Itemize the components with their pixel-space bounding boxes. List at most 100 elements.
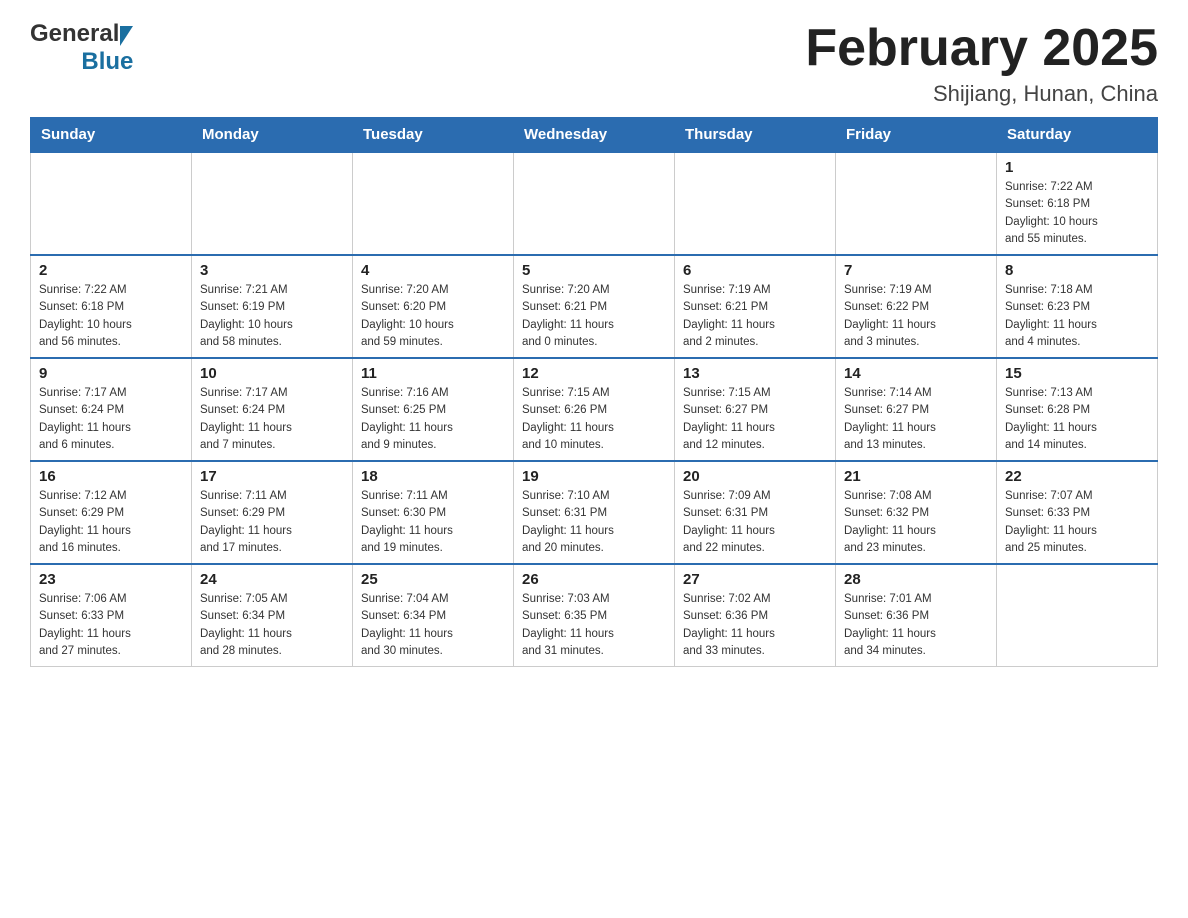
day-number: 7 xyxy=(844,262,988,279)
calendar-cell xyxy=(514,152,675,255)
day-info: Sunrise: 7:14 AMSunset: 6:27 PMDaylight:… xyxy=(844,385,988,454)
calendar-cell: 20 Sunrise: 7:09 AMSunset: 6:31 PMDayligh… xyxy=(675,461,836,564)
calendar-cell xyxy=(31,152,192,255)
calendar-cell xyxy=(997,564,1158,667)
day-info: Sunrise: 7:22 AMSunset: 6:18 PMDaylight:… xyxy=(1005,179,1149,248)
day-info: Sunrise: 7:10 AMSunset: 6:31 PMDaylight:… xyxy=(522,488,666,557)
calendar-cell: 28 Sunrise: 7:01 AMSunset: 6:36 PMDayligh… xyxy=(836,564,997,667)
day-number: 2 xyxy=(39,262,183,279)
day-number: 21 xyxy=(844,468,988,485)
calendar-cell: 13 Sunrise: 7:15 AMSunset: 6:27 PMDayligh… xyxy=(675,358,836,461)
day-info: Sunrise: 7:02 AMSunset: 6:36 PMDaylight:… xyxy=(683,591,827,660)
day-number: 11 xyxy=(361,365,505,382)
day-info: Sunrise: 7:06 AMSunset: 6:33 PMDaylight:… xyxy=(39,591,183,660)
calendar-cell: 24 Sunrise: 7:05 AMSunset: 6:34 PMDayligh… xyxy=(192,564,353,667)
day-info: Sunrise: 7:03 AMSunset: 6:35 PMDaylight:… xyxy=(522,591,666,660)
calendar-cell: 15 Sunrise: 7:13 AMSunset: 6:28 PMDayligh… xyxy=(997,358,1158,461)
calendar-header-friday: Friday xyxy=(836,118,997,153)
day-number: 17 xyxy=(200,468,344,485)
calendar-cell: 25 Sunrise: 7:04 AMSunset: 6:34 PMDayligh… xyxy=(353,564,514,667)
calendar-cell: 22 Sunrise: 7:07 AMSunset: 6:33 PMDayligh… xyxy=(997,461,1158,564)
calendar-cell: 6Sunrise: 7:19 AMSunset: 6:21 PMDaylight… xyxy=(675,255,836,358)
calendar-cell xyxy=(192,152,353,255)
calendar-header-tuesday: Tuesday xyxy=(353,118,514,153)
day-info: Sunrise: 7:04 AMSunset: 6:34 PMDaylight:… xyxy=(361,591,505,660)
day-number: 13 xyxy=(683,365,827,382)
day-number: 1 xyxy=(1005,159,1149,176)
calendar-header-row: SundayMondayTuesdayWednesdayThursdayFrid… xyxy=(31,118,1158,153)
day-number: 19 xyxy=(522,468,666,485)
calendar-cell: 9 Sunrise: 7:17 AMSunset: 6:24 PMDaylight… xyxy=(31,358,192,461)
calendar-cell: 26 Sunrise: 7:03 AMSunset: 6:35 PMDayligh… xyxy=(514,564,675,667)
day-number: 5 xyxy=(522,262,666,279)
calendar-cell: 10Sunrise: 7:17 AMSunset: 6:24 PMDayligh… xyxy=(192,358,353,461)
calendar-header-sunday: Sunday xyxy=(31,118,192,153)
calendar-cell: 19 Sunrise: 7:10 AMSunset: 6:31 PMDayligh… xyxy=(514,461,675,564)
logo-blue-text: Blue xyxy=(81,48,133,76)
day-info: Sunrise: 7:05 AMSunset: 6:34 PMDaylight:… xyxy=(200,591,344,660)
day-info: Sunrise: 7:12 AMSunset: 6:29 PMDaylight:… xyxy=(39,488,183,557)
day-number: 25 xyxy=(361,571,505,588)
day-info: Sunrise: 7:15 AMSunset: 6:26 PMDaylight:… xyxy=(522,385,666,454)
calendar-cell: 16 Sunrise: 7:12 AMSunset: 6:29 PMDayligh… xyxy=(31,461,192,564)
day-info: Sunrise: 7:17 AMSunset: 6:24 PMDaylight:… xyxy=(39,385,183,454)
day-info: Sunrise: 7:20 AMSunset: 6:20 PMDaylight:… xyxy=(361,282,505,351)
calendar-cell: 14Sunrise: 7:14 AMSunset: 6:27 PMDayligh… xyxy=(836,358,997,461)
calendar-week-row: 16 Sunrise: 7:12 AMSunset: 6:29 PMDayligh… xyxy=(31,461,1158,564)
calendar-cell: 12 Sunrise: 7:15 AMSunset: 6:26 PMDayligh… xyxy=(514,358,675,461)
day-info: Sunrise: 7:19 AMSunset: 6:21 PMDaylight:… xyxy=(683,282,827,351)
day-number: 22 xyxy=(1005,468,1149,485)
title-block: February 2025 Shijiang, Hunan, China xyxy=(805,20,1158,107)
calendar-cell: 4 Sunrise: 7:20 AMSunset: 6:20 PMDaylight… xyxy=(353,255,514,358)
day-info: Sunrise: 7:15 AMSunset: 6:27 PMDaylight:… xyxy=(683,385,827,454)
calendar-cell: 21Sunrise: 7:08 AMSunset: 6:32 PMDayligh… xyxy=(836,461,997,564)
calendar-cell: 5 Sunrise: 7:20 AMSunset: 6:21 PMDaylight… xyxy=(514,255,675,358)
calendar-cell: 18Sunrise: 7:11 AMSunset: 6:30 PMDayligh… xyxy=(353,461,514,564)
calendar-body: 1 Sunrise: 7:22 AMSunset: 6:18 PMDaylight… xyxy=(31,152,1158,667)
day-info: Sunrise: 7:07 AMSunset: 6:33 PMDaylight:… xyxy=(1005,488,1149,557)
day-info: Sunrise: 7:09 AMSunset: 6:31 PMDaylight:… xyxy=(683,488,827,557)
day-number: 12 xyxy=(522,365,666,382)
day-number: 24 xyxy=(200,571,344,588)
day-info: Sunrise: 7:22 AMSunset: 6:18 PMDaylight:… xyxy=(39,282,183,351)
day-info: Sunrise: 7:01 AMSunset: 6:36 PMDaylight:… xyxy=(844,591,988,660)
calendar-cell xyxy=(353,152,514,255)
calendar-header-saturday: Saturday xyxy=(997,118,1158,153)
day-number: 28 xyxy=(844,571,988,588)
day-number: 23 xyxy=(39,571,183,588)
page-header: General Blue February 2025 Shijiang, Hun… xyxy=(30,20,1158,107)
calendar-cell xyxy=(836,152,997,255)
day-info: Sunrise: 7:16 AMSunset: 6:25 PMDaylight:… xyxy=(361,385,505,454)
day-number: 16 xyxy=(39,468,183,485)
day-number: 27 xyxy=(683,571,827,588)
logo-general-text: General xyxy=(30,20,119,48)
day-info: Sunrise: 7:21 AMSunset: 6:19 PMDaylight:… xyxy=(200,282,344,351)
day-number: 18 xyxy=(361,468,505,485)
calendar-header-monday: Monday xyxy=(192,118,353,153)
calendar-cell: 8 Sunrise: 7:18 AMSunset: 6:23 PMDaylight… xyxy=(997,255,1158,358)
day-number: 3 xyxy=(200,262,344,279)
calendar-location: Shijiang, Hunan, China xyxy=(805,81,1158,107)
calendar-week-row: 9 Sunrise: 7:17 AMSunset: 6:24 PMDaylight… xyxy=(31,358,1158,461)
day-info: Sunrise: 7:19 AMSunset: 6:22 PMDaylight:… xyxy=(844,282,988,351)
day-info: Sunrise: 7:17 AMSunset: 6:24 PMDaylight:… xyxy=(200,385,344,454)
day-number: 4 xyxy=(361,262,505,279)
calendar-cell: 23 Sunrise: 7:06 AMSunset: 6:33 PMDayligh… xyxy=(31,564,192,667)
day-number: 9 xyxy=(39,365,183,382)
calendar-week-row: 2 Sunrise: 7:22 AMSunset: 6:18 PMDaylight… xyxy=(31,255,1158,358)
day-number: 20 xyxy=(683,468,827,485)
calendar-cell: 7 Sunrise: 7:19 AMSunset: 6:22 PMDaylight… xyxy=(836,255,997,358)
calendar-cell: 3 Sunrise: 7:21 AMSunset: 6:19 PMDaylight… xyxy=(192,255,353,358)
day-info: Sunrise: 7:11 AMSunset: 6:29 PMDaylight:… xyxy=(200,488,344,557)
calendar-table: SundayMondayTuesdayWednesdayThursdayFrid… xyxy=(30,117,1158,667)
day-info: Sunrise: 7:13 AMSunset: 6:28 PMDaylight:… xyxy=(1005,385,1149,454)
day-number: 26 xyxy=(522,571,666,588)
day-info: Sunrise: 7:18 AMSunset: 6:23 PMDaylight:… xyxy=(1005,282,1149,351)
calendar-cell: 27 Sunrise: 7:02 AMSunset: 6:36 PMDayligh… xyxy=(675,564,836,667)
calendar-cell: 11 Sunrise: 7:16 AMSunset: 6:25 PMDayligh… xyxy=(353,358,514,461)
day-number: 8 xyxy=(1005,262,1149,279)
logo: General Blue xyxy=(30,20,133,76)
logo-triangle-icon xyxy=(120,26,133,46)
day-info: Sunrise: 7:20 AMSunset: 6:21 PMDaylight:… xyxy=(522,282,666,351)
day-number: 15 xyxy=(1005,365,1149,382)
